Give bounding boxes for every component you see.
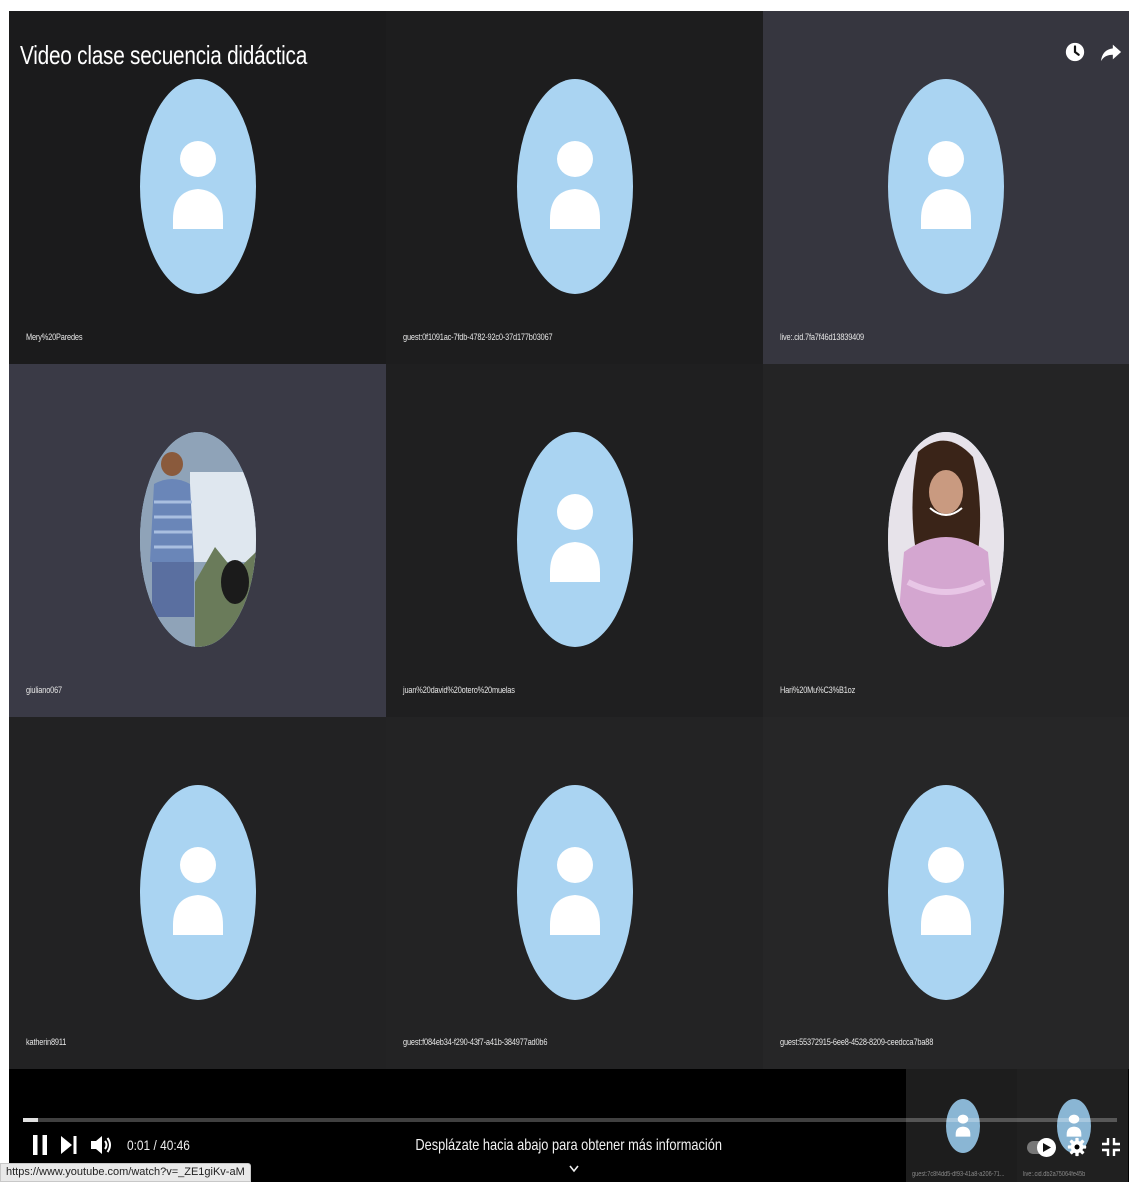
participant-tile: guest:55372915-6ee8-4528-8209-ceedcca7ba… (763, 717, 1129, 1069)
default-avatar-icon (516, 432, 633, 647)
video-player[interactable]: Mery%20Paredes guest:0f1091ac-7fdb-4782-… (9, 11, 1129, 1182)
participant-name: guest:55372915-6ee8-4528-8209-ceedcca7ba… (780, 1037, 934, 1047)
share-icon[interactable] (1100, 40, 1122, 64)
participant-tile: guest:0f1091ac-7fdb-4782-92c0-37d177b030… (386, 11, 763, 364)
default-avatar-icon (516, 79, 633, 294)
chevron-down-icon[interactable] (569, 1165, 579, 1173)
default-avatar-icon (516, 785, 633, 1000)
top-actions (1064, 40, 1122, 64)
mini-participant: live:.cid.db2a75064fe45b (1017, 1069, 1128, 1182)
scroll-hint-text: Desplázate hacia abajo para obtener más … (415, 1137, 723, 1154)
participant-name: juan%20david%20otero%20muelas (403, 685, 515, 695)
user-photo-avatar (888, 432, 1004, 647)
participant-name: Hari%20Mu%C3%B1oz (780, 685, 856, 695)
clock-icon[interactable] (1064, 40, 1086, 64)
video-title[interactable]: Video clase secuencia didáctica (20, 40, 307, 71)
participant-tile: giuliano067 (9, 364, 386, 717)
autoplay-knob (1037, 1137, 1056, 1157)
participant-grid: Mery%20Paredes guest:0f1091ac-7fdb-4782-… (9, 11, 1129, 1069)
participant-name: guest:f084eb34-f290-43f7-a41b-384977ad0b… (403, 1037, 548, 1047)
participant-name: katherin8911 (26, 1037, 67, 1047)
mini-participant-name: live:.cid.db2a75064fe45b (1023, 1171, 1086, 1178)
gear-icon[interactable] (1067, 1137, 1087, 1157)
participant-name: giuliano067 (26, 685, 62, 695)
participant-tile: Hari%20Mu%C3%B1oz (763, 364, 1129, 717)
participant-name: live:.cid.7fa7f46d13839409 (780, 332, 864, 342)
status-bar-url: https://www.youtube.com/watch?v=_ZE1giKv… (0, 1163, 251, 1182)
play-icon (1043, 1142, 1051, 1152)
progress-fill (23, 1118, 39, 1122)
mini-participant-name: guest:7c8f4dd5-df93-41a8-a206-71... (912, 1171, 1005, 1178)
user-photo-avatar (139, 432, 256, 647)
participant-name: guest:0f1091ac-7fdb-4782-92c0-37d177b030… (403, 332, 553, 342)
default-avatar-icon (139, 785, 256, 1000)
participant-strip: guest:7c8f4dd5-df93-41a8-a206-71... live… (906, 1069, 1129, 1182)
participant-tile: juan%20david%20otero%20muelas (386, 364, 763, 717)
default-avatar-icon (888, 79, 1004, 294)
autoplay-toggle[interactable] (1027, 1137, 1056, 1157)
default-avatar-icon (139, 79, 256, 294)
exit-fullscreen-icon[interactable] (1101, 1137, 1121, 1157)
participant-tile: katherin8911 (9, 717, 386, 1069)
participant-name: Mery%20Paredes (26, 332, 83, 342)
mini-participant: guest:7c8f4dd5-df93-41a8-a206-71... (906, 1069, 1017, 1182)
player-controls-right (1027, 1137, 1121, 1157)
scroll-hint[interactable]: Desplázate hacia abajo para obtener más … (9, 1137, 1129, 1155)
progress-bar[interactable] (23, 1118, 1117, 1122)
default-avatar-icon (888, 785, 1004, 1000)
participant-tile: guest:f084eb34-f290-43f7-a41b-384977ad0b… (386, 717, 763, 1069)
